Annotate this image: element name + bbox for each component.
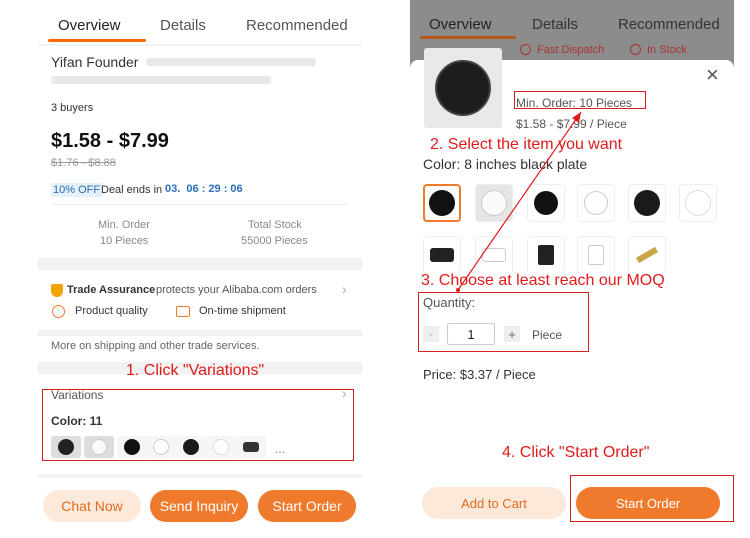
trade-assurance-card[interactable]: Trade Assurance protects your Alibaba.co…: [38, 270, 362, 362]
min-order-value: 10 Pieces: [100, 235, 149, 247]
tab-recommended[interactable]: Recommended: [618, 16, 720, 33]
buyers-count: 3 buyers: [51, 102, 94, 114]
tab-details[interactable]: Details: [160, 17, 206, 34]
blurred-title-1: [146, 58, 316, 66]
variation-option[interactable]: [628, 184, 666, 222]
trade-assurance-text: protects your Alibaba.com orders: [156, 284, 317, 296]
annotation-box-quantity: [418, 292, 589, 352]
variation-option[interactable]: [527, 184, 565, 222]
tab-details[interactable]: Details: [532, 16, 578, 33]
annotation-step2: 2. Select the item you want: [430, 136, 623, 153]
fast-dispatch-label: Fast Dispatch: [537, 44, 605, 56]
in-stock-icon: [630, 44, 641, 55]
left-bottom-bar: Chat Now Send Inquiry Start Order: [38, 478, 362, 538]
product-summary-card: Yifan Founder 3 buyers $1.58 - $7.99 $1.…: [38, 46, 362, 258]
trade-assurance-title: Trade Assurance: [67, 284, 156, 296]
in-stock-label: In Stock: [647, 44, 687, 56]
divider: [38, 330, 362, 336]
annotation-box-variations: [42, 389, 354, 461]
tab-overview[interactable]: Overview: [58, 17, 121, 34]
chat-now-button[interactable]: Chat Now: [43, 490, 141, 522]
truck-icon: [176, 306, 190, 317]
start-order-button[interactable]: Start Order: [258, 490, 356, 522]
variation-option[interactable]: [527, 236, 565, 274]
annotation-step3: 3. Choose at least reach our MOQ: [420, 272, 666, 290]
blurred-title-2: [51, 76, 271, 84]
annotation-box-min-order: [514, 91, 646, 109]
total-stock-value: 55000 Pieces: [241, 235, 308, 247]
total-stock-label: Total Stock: [248, 219, 302, 231]
price-range: $1.58 - $7.99: [51, 130, 169, 152]
close-icon[interactable]: ×: [706, 62, 719, 88]
send-inquiry-button[interactable]: Send Inquiry: [150, 490, 248, 522]
min-order-label: Min. Order: [98, 219, 150, 231]
left-tab-bar: Overview Details Recommended: [38, 0, 362, 44]
variation-option[interactable]: [577, 236, 615, 274]
color-selected: Color: 8 inches black plate: [423, 156, 588, 172]
annotation-box-start-order: [570, 475, 734, 522]
fast-dispatch-icon: [520, 44, 531, 55]
deal-ends-label: Deal ends in: [101, 184, 163, 196]
more-shipping-link[interactable]: More on shipping and other trade service…: [51, 340, 260, 352]
shield-icon: [51, 284, 63, 297]
tab-overview-underline: [420, 36, 516, 39]
price-range: $1.58 - $7.99 / Piece: [516, 117, 627, 131]
annotation-step1: 1. Click "Variations": [126, 362, 265, 379]
product-quality: Product quality: [75, 305, 148, 317]
variation-option[interactable]: [423, 236, 461, 274]
divider: [51, 204, 349, 205]
variation-option[interactable]: [628, 236, 666, 274]
annotation-step4: 4. Click "Start Order": [502, 444, 650, 461]
variation-option[interactable]: [475, 184, 513, 222]
old-price: $1.76 - $8.88: [51, 157, 116, 169]
variation-option[interactable]: [679, 184, 717, 222]
tab-overview[interactable]: Overview: [429, 16, 492, 33]
on-time-shipment: On-time shipment: [199, 305, 286, 317]
tab-overview-underline: [48, 39, 146, 42]
variation-option-selected[interactable]: [423, 184, 461, 222]
add-to-cart-button[interactable]: Add to Cart: [422, 487, 566, 519]
discount-badge: 10% OFF: [51, 183, 103, 197]
price: Price: $3.37 / Piece: [423, 367, 536, 382]
tab-recommended[interactable]: Recommended: [246, 17, 348, 34]
deal-timer: 03. 06 : 29 : 06: [165, 183, 243, 195]
chevron-right-icon[interactable]: ›: [342, 281, 347, 297]
product-image: [424, 48, 502, 128]
variation-option[interactable]: [577, 184, 615, 222]
product-title: Yifan Founder: [51, 54, 139, 70]
quality-badge-icon: [52, 305, 65, 318]
variation-option[interactable]: [475, 236, 513, 274]
